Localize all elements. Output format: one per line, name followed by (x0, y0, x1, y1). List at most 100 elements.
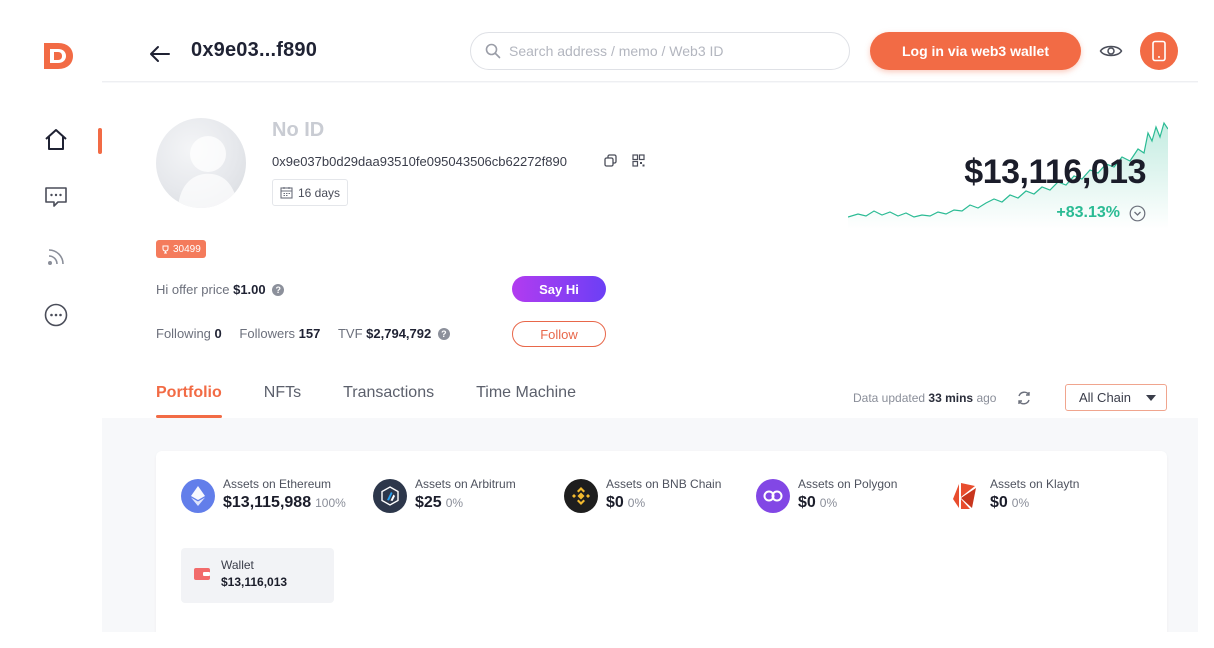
chat-icon (45, 187, 67, 207)
chevron-down-circle-icon (1129, 205, 1145, 221)
tab-bar: Portfolio NFTs Transactions Time Machine (156, 384, 618, 418)
following-label[interactable]: Following (156, 326, 211, 341)
polygon-icon (756, 479, 790, 513)
asset-label: Assets on Ethereum (223, 477, 332, 491)
search-icon (485, 43, 501, 59)
sidebar-item-more[interactable] (40, 299, 72, 331)
say-hi-button[interactable]: Say Hi (512, 276, 606, 302)
account-age-badge: 16 days (272, 179, 349, 206)
account-age-text: 16 days (298, 185, 341, 200)
mobile-app-button[interactable] (1140, 32, 1178, 70)
arbitrum-icon (373, 479, 407, 513)
asset-percent: 0% (627, 496, 646, 510)
feed-icon (48, 249, 64, 265)
change-dropdown-button[interactable] (1128, 204, 1146, 222)
asset-value: $13,115,988 (223, 494, 312, 511)
balance-change: +83.13% (1056, 204, 1120, 221)
asset-value: $0 (798, 494, 816, 511)
help-icon[interactable]: ? (272, 284, 285, 296)
page-title-address: 0x9e03...f890 (191, 39, 318, 61)
asset-percent: 0% (1011, 496, 1030, 510)
tvf-value: $2,794,792 (366, 326, 432, 341)
ethereum-icon (181, 479, 215, 513)
phone-icon (1152, 40, 1166, 62)
asset-percent: 0% (819, 496, 838, 510)
asset-value-row: $13,115,988 100% (223, 494, 346, 512)
tab-nfts[interactable]: NFTs (264, 384, 301, 418)
eye-toggle-button[interactable] (1098, 40, 1124, 62)
hi-offer-label: Hi offer price (156, 282, 230, 297)
search-input[interactable] (509, 43, 829, 59)
tvf-label: TVF (337, 326, 363, 341)
calendar-icon (280, 187, 293, 199)
asset-label: Assets on Arbitrum (415, 477, 516, 491)
caret-down-icon (1146, 395, 1156, 401)
avatar-placeholder-icon (178, 136, 238, 208)
data-updated-prefix: Data updated (853, 391, 926, 405)
home-icon (45, 129, 67, 150)
asset-value-row: $0 0% (990, 494, 1029, 512)
copy-icon (603, 153, 617, 167)
avatar (156, 118, 246, 208)
asset-label: Assets on BNB Chain (606, 477, 722, 491)
social-stats-row: Following 0 Followers 157 TVF $2,794,792… (156, 326, 450, 341)
more-icon (44, 303, 68, 327)
followers-label[interactable]: Followers (239, 326, 295, 341)
trophy-icon (162, 245, 169, 253)
following-value[interactable]: 0 (215, 326, 222, 341)
wallet-protocol-item[interactable]: Wallet $13,116,013 (181, 548, 334, 603)
eye-icon (1099, 45, 1123, 57)
asset-label: Assets on Polygon (798, 477, 898, 491)
qr-code-button[interactable] (630, 152, 646, 168)
hi-offer-value: $1.00 (233, 282, 266, 297)
klaytn-icon (948, 479, 982, 513)
data-updated-suffix: ago (976, 391, 997, 405)
arrow-left-icon (150, 46, 170, 62)
sidebar (0, 0, 102, 648)
tab-time-machine[interactable]: Time Machine (476, 384, 576, 418)
data-updated-value: 33 mins (928, 391, 974, 405)
main-content: 0x9e03...f890 Log in via web3 wallet (102, 26, 1198, 632)
copy-address-button[interactable] (602, 152, 618, 168)
asset-value: $25 (415, 494, 442, 511)
wallet-label: Wallet (221, 558, 254, 572)
search-box[interactable] (470, 32, 850, 70)
chain-filter-select[interactable]: All Chain (1065, 384, 1167, 411)
asset-value: $0 (990, 494, 1008, 511)
tab-transactions[interactable]: Transactions (343, 384, 434, 418)
sidebar-item-home[interactable] (40, 124, 72, 156)
asset-value-row: $0 0% (606, 494, 645, 512)
asset-value-row: $0 0% (798, 494, 837, 512)
assets-card: Assets on Ethereum $13,115,988 100% Asset… (156, 451, 1167, 632)
followers-value[interactable]: 157 (299, 326, 321, 341)
tab-portfolio[interactable]: Portfolio (156, 384, 222, 418)
follow-button[interactable]: Follow (512, 321, 606, 347)
back-button[interactable] (146, 40, 174, 68)
bnb-icon (564, 479, 598, 513)
sidebar-item-feed[interactable] (40, 241, 72, 273)
profile-address: 0x9e037b0d29daa93510fe095043506cb62272f8… (272, 154, 567, 169)
chain-filter-value: All Chain (1079, 390, 1132, 405)
data-updated-status: Data updated 33 mins ago (853, 391, 996, 405)
asset-value: $0 (606, 494, 624, 511)
sidebar-item-messages[interactable] (40, 181, 72, 213)
score-badge[interactable]: 30499 (156, 240, 206, 258)
debank-logo[interactable] (40, 38, 76, 74)
asset-value-row: $25 0% (415, 494, 463, 512)
score-value: 30499 (173, 243, 201, 255)
total-balance: $13,116,013 (964, 153, 1146, 191)
topbar: 0x9e03...f890 Log in via web3 wallet (102, 26, 1198, 82)
refresh-button[interactable] (1014, 388, 1034, 408)
profile-name: No ID (272, 119, 325, 141)
wallet-icon (194, 568, 210, 580)
help-icon[interactable]: ? (437, 328, 450, 340)
asset-percent: 0% (445, 496, 464, 510)
hi-offer-row: Hi offer price $1.00 ? (156, 282, 285, 297)
login-web3-wallet-button[interactable]: Log in via web3 wallet (870, 32, 1081, 70)
asset-label: Assets on Klaytn (990, 477, 1080, 491)
wallet-value: $13,116,013 (221, 575, 288, 589)
asset-percent: 100% (315, 496, 346, 510)
refresh-icon (1018, 391, 1030, 405)
qr-code-icon (631, 153, 645, 167)
profile-section: No ID 0x9e037b0d29daa93510fe095043506cb6… (102, 83, 1198, 418)
